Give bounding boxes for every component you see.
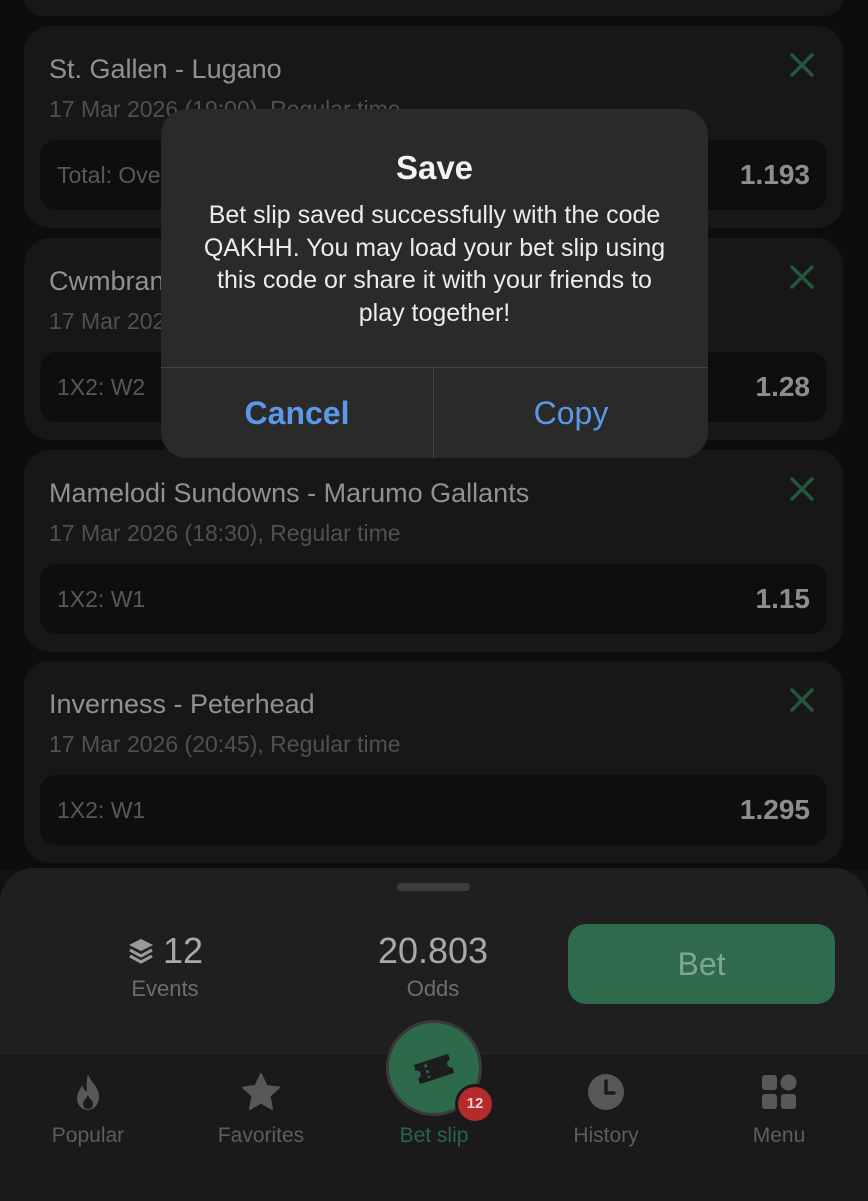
flame-icon — [77, 1074, 99, 1110]
bet-count-badge: 12 — [455, 1084, 495, 1124]
drag-handle[interactable] — [397, 883, 470, 891]
events-count: 12 — [162, 930, 204, 971]
tab-label: Favorites — [217, 1124, 305, 1147]
layers-icon — [128, 939, 153, 964]
dialog-title: Save — [395, 149, 474, 186]
dialog-message: Bet slip saved successfully with the cod… — [203, 201, 666, 327]
odds-label: Odds — [406, 976, 460, 1001]
place-bet-button[interactable]: Bet — [568, 924, 835, 1004]
copy-button[interactable]: Copy — [434, 368, 708, 458]
tab-label: Bet slip — [399, 1124, 469, 1147]
events-label: Events — [131, 976, 199, 1001]
ticket-icon — [413, 1053, 455, 1085]
save-alert-dialog: Save Bet slip saved successfully with th… — [161, 109, 708, 458]
events-stat: 12 Events — [90, 930, 240, 1002]
tab-label: Popular — [51, 1124, 125, 1147]
cancel-button[interactable]: Cancel — [161, 368, 433, 458]
tab-label: Menu — [752, 1124, 806, 1147]
tab-label: History — [573, 1124, 639, 1147]
total-odds: 20.803 — [377, 930, 489, 971]
star-icon — [242, 1073, 280, 1110]
clock-icon — [588, 1074, 624, 1110]
grid-icon — [762, 1074, 797, 1109]
odds-stat: 20.803 Odds — [343, 930, 523, 1002]
